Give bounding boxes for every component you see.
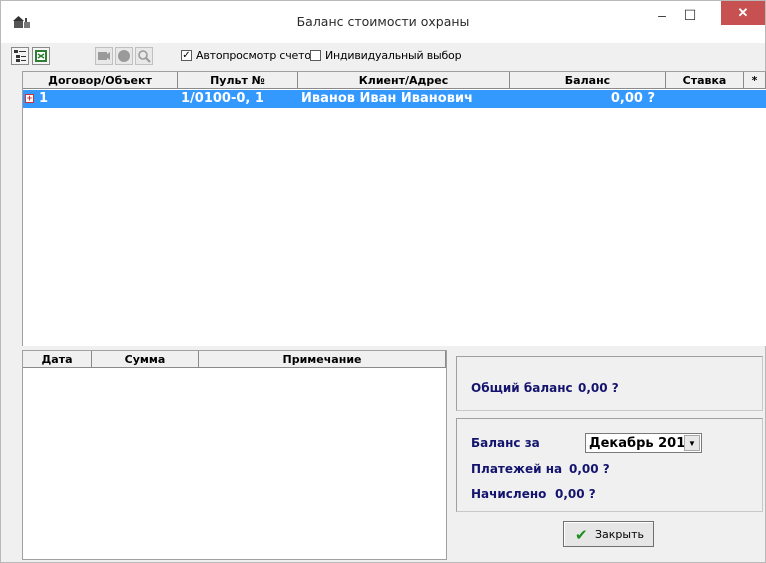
toolbar: ✓ Автопросмотр счетов Индивидуальный выб… bbox=[9, 45, 759, 67]
period-panel: Баланс за Декабрь 2018 ▼ Платежей на 0,0… bbox=[456, 418, 763, 512]
total-balance-value: 0,00 ? bbox=[578, 381, 619, 395]
payments-table-header: Дата Сумма Примечание bbox=[23, 351, 446, 368]
zoom-glyph bbox=[138, 50, 151, 63]
cell-rate bbox=[668, 90, 744, 108]
col-note[interactable]: Примечание bbox=[199, 351, 446, 368]
individual-choice-label: Индивидуальный выбор bbox=[325, 49, 462, 62]
charged-label: Начислено bbox=[471, 487, 547, 501]
title-bar[interactable]: Баланс стоимости охраны – ☐ ✕ bbox=[1, 1, 765, 43]
minimize-button[interactable]: – bbox=[647, 1, 677, 31]
period-select[interactable]: Декабрь 2018 ▼ bbox=[585, 433, 702, 453]
total-balance-panel: Общий баланс 0,00 ? bbox=[456, 356, 763, 411]
tree-view-glyph bbox=[14, 50, 26, 62]
cell-console: 1/0100-0, 1 bbox=[181, 91, 264, 106]
close-button[interactable]: ✔ Закрыть bbox=[563, 521, 654, 547]
cell-contract: 1 bbox=[39, 91, 49, 106]
auto-view-label: Автопросмотр счетов bbox=[196, 49, 318, 62]
period-value: Декабрь 2018 bbox=[589, 436, 695, 451]
col-amount[interactable]: Сумма bbox=[92, 351, 199, 368]
col-star[interactable]: * bbox=[744, 72, 766, 89]
col-balance[interactable]: Баланс bbox=[510, 72, 666, 89]
left-margin bbox=[1, 71, 22, 560]
tree-view-icon[interactable] bbox=[11, 47, 29, 65]
balance-for-label: Баланс за bbox=[471, 436, 540, 450]
export-glyph bbox=[35, 50, 47, 62]
col-rate[interactable]: Ставка bbox=[666, 72, 744, 89]
chevron-down-icon[interactable]: ▼ bbox=[684, 435, 700, 451]
payments-table: Дата Сумма Примечание bbox=[22, 350, 447, 560]
auto-view-checkbox[interactable]: ✓ bbox=[181, 50, 192, 61]
col-contract[interactable]: Договор/Объект bbox=[23, 72, 178, 89]
expand-icon[interactable]: + bbox=[25, 94, 34, 103]
zoom-icon[interactable] bbox=[135, 47, 153, 65]
camera-icon[interactable] bbox=[95, 47, 113, 65]
camera-glyph bbox=[98, 52, 110, 60]
charged-value: 0,00 ? bbox=[555, 487, 596, 501]
checkmark-icon: ✔ bbox=[575, 526, 588, 544]
total-balance-label: Общий баланс bbox=[471, 381, 573, 395]
individual-choice-checkbox[interactable] bbox=[310, 50, 321, 61]
payments-label: Платежей на bbox=[471, 462, 563, 476]
cell-balance: 0,00 ? bbox=[610, 91, 655, 106]
close-window-button[interactable]: ✕ bbox=[721, 1, 765, 25]
maximize-button[interactable]: ☐ bbox=[675, 1, 705, 31]
col-date[interactable]: Дата bbox=[23, 351, 92, 368]
table-row[interactable]: + 1 1/0100-0, 1 Иванов Иван Иванович 0,0… bbox=[23, 90, 766, 108]
record-icon[interactable] bbox=[115, 47, 133, 65]
contracts-table: Договор/Объект Пульт № Клиент/Адрес Бала… bbox=[22, 71, 766, 346]
col-console[interactable]: Пульт № bbox=[178, 72, 298, 89]
cell-client: Иванов Иван Иванович bbox=[301, 91, 473, 106]
col-client[interactable]: Клиент/Адрес bbox=[298, 72, 510, 89]
record-glyph bbox=[118, 50, 130, 62]
payments-value: 0,00 ? bbox=[569, 462, 610, 476]
main-window: Баланс стоимости охраны – ☐ ✕ ✓ Автопрос… bbox=[0, 0, 766, 563]
contracts-table-header: Договор/Объект Пульт № Клиент/Адрес Бала… bbox=[23, 72, 766, 89]
close-button-label: Закрыть bbox=[595, 528, 644, 541]
export-icon[interactable] bbox=[32, 47, 50, 65]
